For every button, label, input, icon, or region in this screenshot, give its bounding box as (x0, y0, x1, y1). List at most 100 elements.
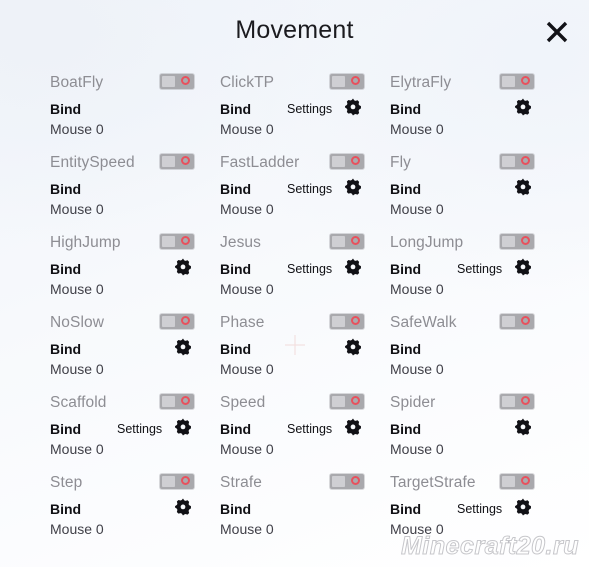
toggle-status-ring-icon (351, 156, 360, 165)
module-toggle-boatfly[interactable] (160, 74, 194, 89)
keybind-value[interactable]: Mouse 0 (50, 121, 104, 137)
module-row: Scaffold Bind Mouse 0 Settings Speed Bin… (0, 386, 589, 466)
module-row: HighJump Bind Mouse 0 Settings Jesus Bin… (0, 226, 589, 306)
module-name: TargetStrafe (390, 474, 476, 491)
toggle-status-ring-icon (521, 476, 530, 485)
keybind-value[interactable]: Mouse 0 (390, 441, 444, 457)
keybind-value[interactable]: Mouse 0 (390, 281, 444, 297)
keybind-value[interactable]: Mouse 0 (50, 281, 104, 297)
keybind-value[interactable]: Mouse 0 (50, 361, 104, 377)
module-toggle-targetstrafe[interactable] (500, 474, 534, 489)
keybind-value[interactable]: Mouse 0 (220, 361, 274, 377)
module-card-highjump: HighJump Bind Mouse 0 Settings (38, 226, 218, 306)
settings-label[interactable]: Settings (457, 502, 502, 516)
module-toggle-fly[interactable] (500, 154, 534, 169)
keybind-value[interactable]: Mouse 0 (220, 281, 274, 297)
module-toggle-elytrafly[interactable] (500, 74, 534, 89)
settings-label[interactable]: Settings (287, 182, 332, 196)
toggle-knob (502, 476, 515, 487)
toggle-knob (332, 316, 345, 327)
module-name: Step (50, 474, 83, 491)
keybind-value[interactable]: Mouse 0 (50, 521, 104, 537)
module-card-speed: Speed Bind Mouse 0 Settings (208, 386, 388, 466)
bind-label: Bind (50, 101, 82, 117)
module-toggle-safewalk[interactable] (500, 314, 534, 329)
toggle-status-ring-icon (351, 396, 360, 405)
module-card-entityspeed: EntitySpeed Bind Mouse 0 Settings (38, 146, 218, 226)
module-card-phase: Phase Bind Mouse 0 Settings (208, 306, 388, 386)
bind-label: Bind (390, 501, 422, 517)
module-row: NoSlow Bind Mouse 0 Settings Phase Bind … (0, 306, 589, 386)
keybind-value[interactable]: Mouse 0 (220, 521, 274, 537)
module-toggle-clicktp[interactable] (330, 74, 364, 89)
bind-label: Bind (390, 421, 422, 437)
settings-label[interactable]: Settings (287, 102, 332, 116)
module-name: Spider (390, 394, 436, 411)
gear-icon[interactable] (512, 257, 534, 279)
module-toggle-noslow[interactable] (160, 314, 194, 329)
gear-icon[interactable] (342, 97, 364, 119)
module-name: NoSlow (50, 314, 105, 331)
module-row: BoatFly Bind Mouse 0 Settings ClickTP Bi… (0, 66, 589, 146)
module-toggle-jesus[interactable] (330, 234, 364, 249)
gear-icon[interactable] (172, 337, 194, 359)
toggle-knob (332, 156, 345, 167)
module-toggle-longjump[interactable] (500, 234, 534, 249)
close-button[interactable] (539, 14, 575, 50)
module-card-step: Step Bind Mouse 0 Settings (38, 466, 218, 546)
gear-icon[interactable] (342, 337, 364, 359)
toggle-knob (162, 316, 175, 327)
module-toggle-scaffold[interactable] (160, 394, 194, 409)
gear-icon[interactable] (172, 497, 194, 519)
bind-label: Bind (50, 421, 82, 437)
module-toggle-strafe[interactable] (330, 474, 364, 489)
bind-label: Bind (390, 181, 422, 197)
toggle-status-ring-icon (521, 236, 530, 245)
keybind-value[interactable]: Mouse 0 (220, 201, 274, 217)
keybind-value[interactable]: Mouse 0 (390, 121, 444, 137)
module-toggle-entityspeed[interactable] (160, 154, 194, 169)
module-card-clicktp: ClickTP Bind Mouse 0 Settings (208, 66, 388, 146)
bind-label: Bind (50, 261, 82, 277)
toggle-status-ring-icon (181, 156, 190, 165)
keybind-value[interactable]: Mouse 0 (50, 201, 104, 217)
module-toggle-highjump[interactable] (160, 234, 194, 249)
keybind-value[interactable]: Mouse 0 (50, 441, 104, 457)
keybind-value[interactable]: Mouse 0 (390, 361, 444, 377)
settings-label[interactable]: Settings (117, 422, 162, 436)
module-toggle-speed[interactable] (330, 394, 364, 409)
gear-icon[interactable] (342, 417, 364, 439)
settings-label[interactable]: Settings (457, 262, 502, 276)
toggle-knob (502, 236, 515, 247)
toggle-knob (162, 76, 175, 87)
module-card-safewalk: SafeWalk Bind Mouse 0 Settings (378, 306, 558, 386)
bind-label: Bind (50, 501, 82, 517)
module-toggle-spider[interactable] (500, 394, 534, 409)
module-toggle-phase[interactable] (330, 314, 364, 329)
module-name: Jesus (220, 234, 261, 251)
keybind-value[interactable]: Mouse 0 (220, 441, 274, 457)
gear-icon[interactable] (512, 417, 534, 439)
gear-icon[interactable] (172, 417, 194, 439)
module-toggle-fastladder[interactable] (330, 154, 364, 169)
bind-label: Bind (220, 101, 252, 117)
keybind-value[interactable]: Mouse 0 (220, 121, 274, 137)
module-card-fastladder: FastLadder Bind Mouse 0 Settings (208, 146, 388, 226)
gear-icon[interactable] (512, 97, 534, 119)
toggle-status-ring-icon (521, 396, 530, 405)
gear-icon[interactable] (512, 497, 534, 519)
settings-label[interactable]: Settings (287, 422, 332, 436)
module-name: BoatFly (50, 74, 104, 91)
gear-icon[interactable] (172, 257, 194, 279)
settings-label[interactable]: Settings (287, 262, 332, 276)
module-card-spider: Spider Bind Mouse 0 Settings (378, 386, 558, 466)
gear-icon[interactable] (512, 177, 534, 199)
bind-label: Bind (220, 181, 252, 197)
gear-icon[interactable] (342, 177, 364, 199)
keybind-value[interactable]: Mouse 0 (390, 201, 444, 217)
toggle-knob (332, 236, 345, 247)
module-toggle-step[interactable] (160, 474, 194, 489)
keybind-value[interactable]: Mouse 0 (390, 521, 444, 537)
toggle-status-ring-icon (181, 476, 190, 485)
gear-icon[interactable] (342, 257, 364, 279)
